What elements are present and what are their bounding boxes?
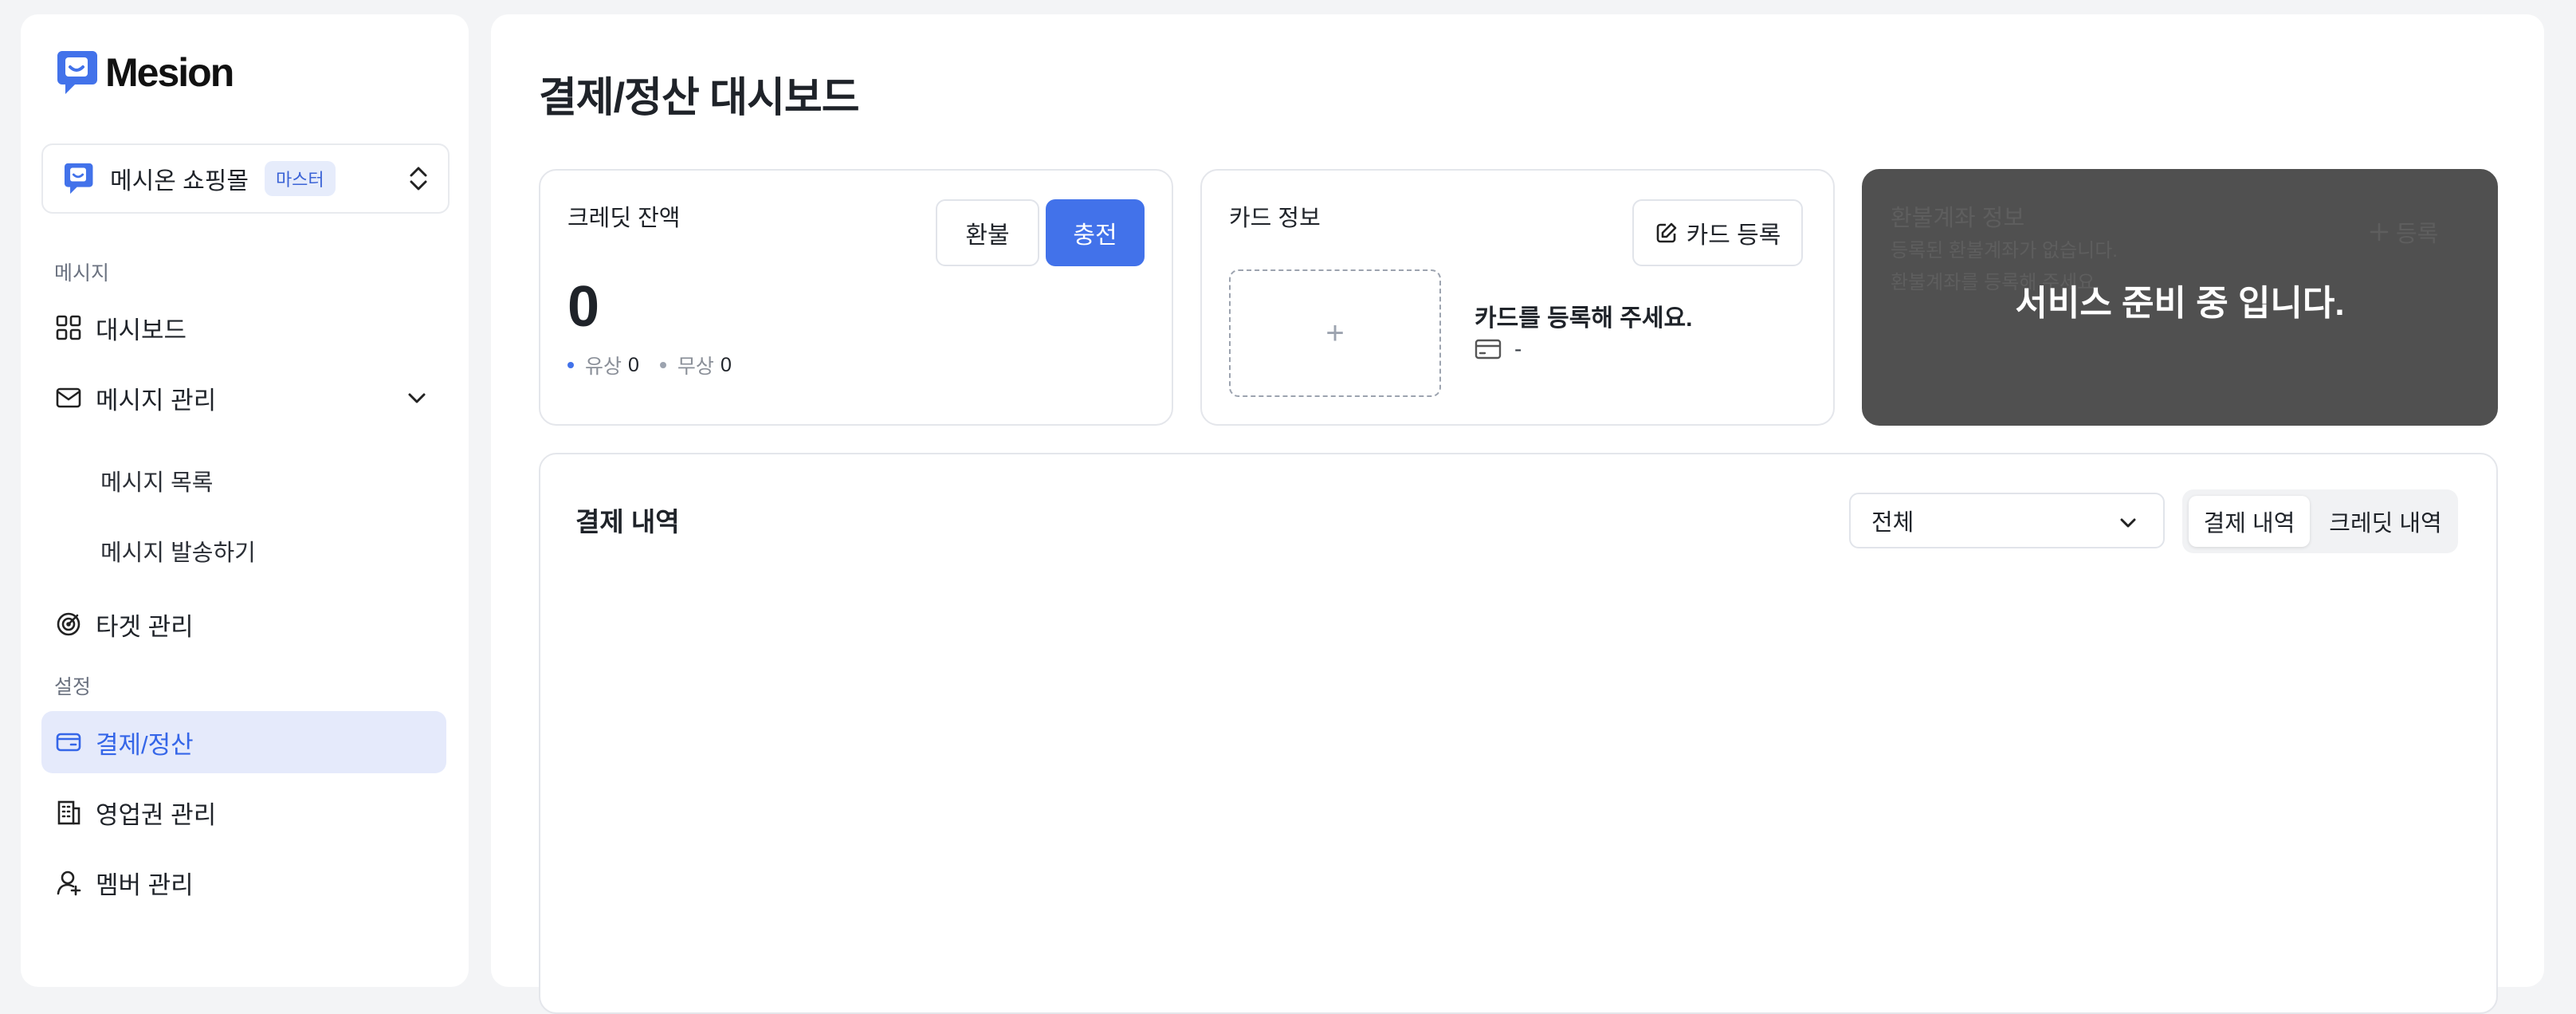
refund-register-label: 등록 <box>2396 222 2439 247</box>
credit-balance-value: 0 <box>567 275 600 339</box>
payment-history-panel: 결제 내역 전체 결제 내역 크레딧 내역 <box>539 453 2498 1014</box>
role-badge: 마스터 <box>264 161 336 196</box>
sidebar-item-label: 멤버 관리 <box>96 871 194 899</box>
history-filter-value: 전체 <box>1871 510 1914 536</box>
card-info-title: 카드 정보 <box>1229 206 1321 231</box>
shop-logo-icon <box>64 163 93 195</box>
refund-account-line1: 등록된 환불계좌가 없습니다. <box>1891 240 2118 261</box>
logo[interactable]: Mesion <box>54 48 234 97</box>
chevron-up-down-icon <box>410 167 427 191</box>
shop-selector[interactable]: 메시온 쇼핑몰 마스터 <box>41 143 450 214</box>
card-register-button[interactable]: 카드 등록 <box>1632 199 1803 266</box>
chevron-down-icon <box>2120 518 2136 528</box>
card-register-label: 카드 등록 <box>1686 222 1781 249</box>
refund-account-title: 환불계좌 정보 <box>1891 206 2025 231</box>
sidebar-subitem-send-message[interactable]: 메시지 발송하기 <box>100 534 256 568</box>
sidebar-item-label: 영업권 관리 <box>96 800 217 829</box>
edit-icon <box>1656 222 1676 243</box>
refund-register-button: 등록 <box>2369 215 2438 249</box>
tab-payment-history[interactable]: 결제 내역 <box>2189 496 2310 547</box>
free-value: 0 <box>720 353 732 376</box>
card-number-row: - <box>1475 336 1522 362</box>
refund-account-card: 환불계좌 정보 등록된 환불계좌가 없습니다. 환불계좌를 등록해 주세요. 등… <box>1862 169 2498 426</box>
mesion-logo-icon <box>57 51 97 94</box>
sidebar-item-label: 메시지 관리 <box>96 386 217 415</box>
building-icon <box>53 796 84 828</box>
sidebar-item-payment[interactable]: 결제/정산 <box>41 711 446 773</box>
brand-name: Mesion <box>105 50 234 95</box>
card-info-card: 카드 정보 카드 등록 + 카드를 등록해 주세요. - <box>1200 169 1835 426</box>
paid-value: 0 <box>628 353 639 376</box>
sidebar-item-target-management[interactable]: 타겟 관리 <box>41 593 446 655</box>
shop-name: 메시온 쇼핑몰 <box>110 168 249 195</box>
card-number: - <box>1514 336 1522 361</box>
user-icon <box>53 867 84 898</box>
refund-button[interactable]: 환불 <box>936 199 1039 266</box>
add-card-box[interactable]: + <box>1229 269 1441 397</box>
credit-breakdown: 유상 0 무상 0 <box>567 351 732 379</box>
wallet-icon <box>53 726 84 758</box>
credit-balance-card: 크레딧 잔액 환불 충전 0 유상 0 무상 0 <box>539 169 1173 426</box>
main-content: 결제/정산 대시보드 크레딧 잔액 환불 충전 0 유상 0 무상 0 카드 정… <box>491 14 2544 1014</box>
sidebar-item-member-management[interactable]: 멤버 관리 <box>41 851 446 914</box>
payment-history-title: 결제 내역 <box>575 507 680 536</box>
card-register-message: 카드를 등록해 주세요. <box>1475 305 1693 332</box>
plus-icon: + <box>1325 315 1345 351</box>
credit-balance-title: 크레딧 잔액 <box>567 206 681 231</box>
sidebar-item-label: 타겟 관리 <box>96 612 194 641</box>
plus-icon <box>2370 222 2389 242</box>
paid-label: 유상 <box>585 356 622 378</box>
history-tabs: 결제 내역 크레딧 내역 <box>2182 489 2458 553</box>
target-icon <box>53 608 84 640</box>
charge-button[interactable]: 충전 <box>1046 199 1145 266</box>
free-dot <box>659 362 666 368</box>
sidebar-item-sales-rights[interactable]: 영업권 관리 <box>41 781 446 843</box>
free-label: 무상 <box>677 356 714 378</box>
grid-icon <box>53 312 84 344</box>
section-label-message: 메시지 <box>54 262 110 285</box>
sidebar-subitem-message-list[interactable]: 메시지 목록 <box>100 464 213 497</box>
history-filter-select[interactable]: 전체 <box>1849 493 2165 548</box>
service-preparing-overlay: 서비스 준비 중 입니다. <box>2015 284 2345 323</box>
paid-dot <box>567 362 574 368</box>
page-title: 결제/정산 대시보드 <box>539 75 860 121</box>
sidebar: Mesion 메시온 쇼핑몰 마스터 메시지 대시보드 메시지 관리 메시지 목… <box>21 14 469 987</box>
sidebar-item-label: 결제/정산 <box>96 730 194 759</box>
section-label-settings: 설정 <box>54 676 92 698</box>
sidebar-item-dashboard[interactable]: 대시보드 <box>41 297 446 359</box>
mail-icon <box>53 382 84 414</box>
sidebar-item-message-management[interactable]: 메시지 관리 <box>41 367 446 429</box>
sidebar-item-label: 대시보드 <box>96 316 187 344</box>
credit-card-icon <box>1475 339 1502 360</box>
tab-credit-history[interactable]: 크레딧 내역 <box>2318 496 2453 547</box>
chevron-down-icon[interactable] <box>405 386 429 410</box>
